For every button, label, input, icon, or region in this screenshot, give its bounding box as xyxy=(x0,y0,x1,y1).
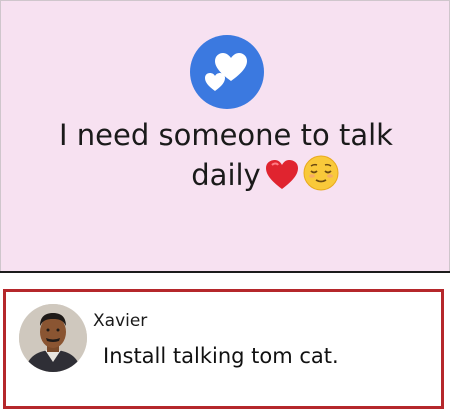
relieved-face-emoji xyxy=(303,155,339,201)
avatar[interactable] xyxy=(19,304,87,372)
status-line-2: daily xyxy=(1,155,450,201)
two-hearts-icon xyxy=(190,35,264,109)
comment-text: Install talking tom cat. xyxy=(103,344,339,368)
commenter-name[interactable]: Xavier xyxy=(93,311,147,331)
red-heart-emoji xyxy=(265,159,299,201)
section-divider xyxy=(0,271,450,273)
status-message: I need someone to talk daily xyxy=(1,115,450,201)
status-post: I need someone to talk daily xyxy=(0,0,450,272)
status-line-1: I need someone to talk xyxy=(59,118,393,152)
status-line-2-text: daily xyxy=(191,158,261,192)
comment-card[interactable]: Xavier Install talking tom cat. xyxy=(3,289,444,409)
